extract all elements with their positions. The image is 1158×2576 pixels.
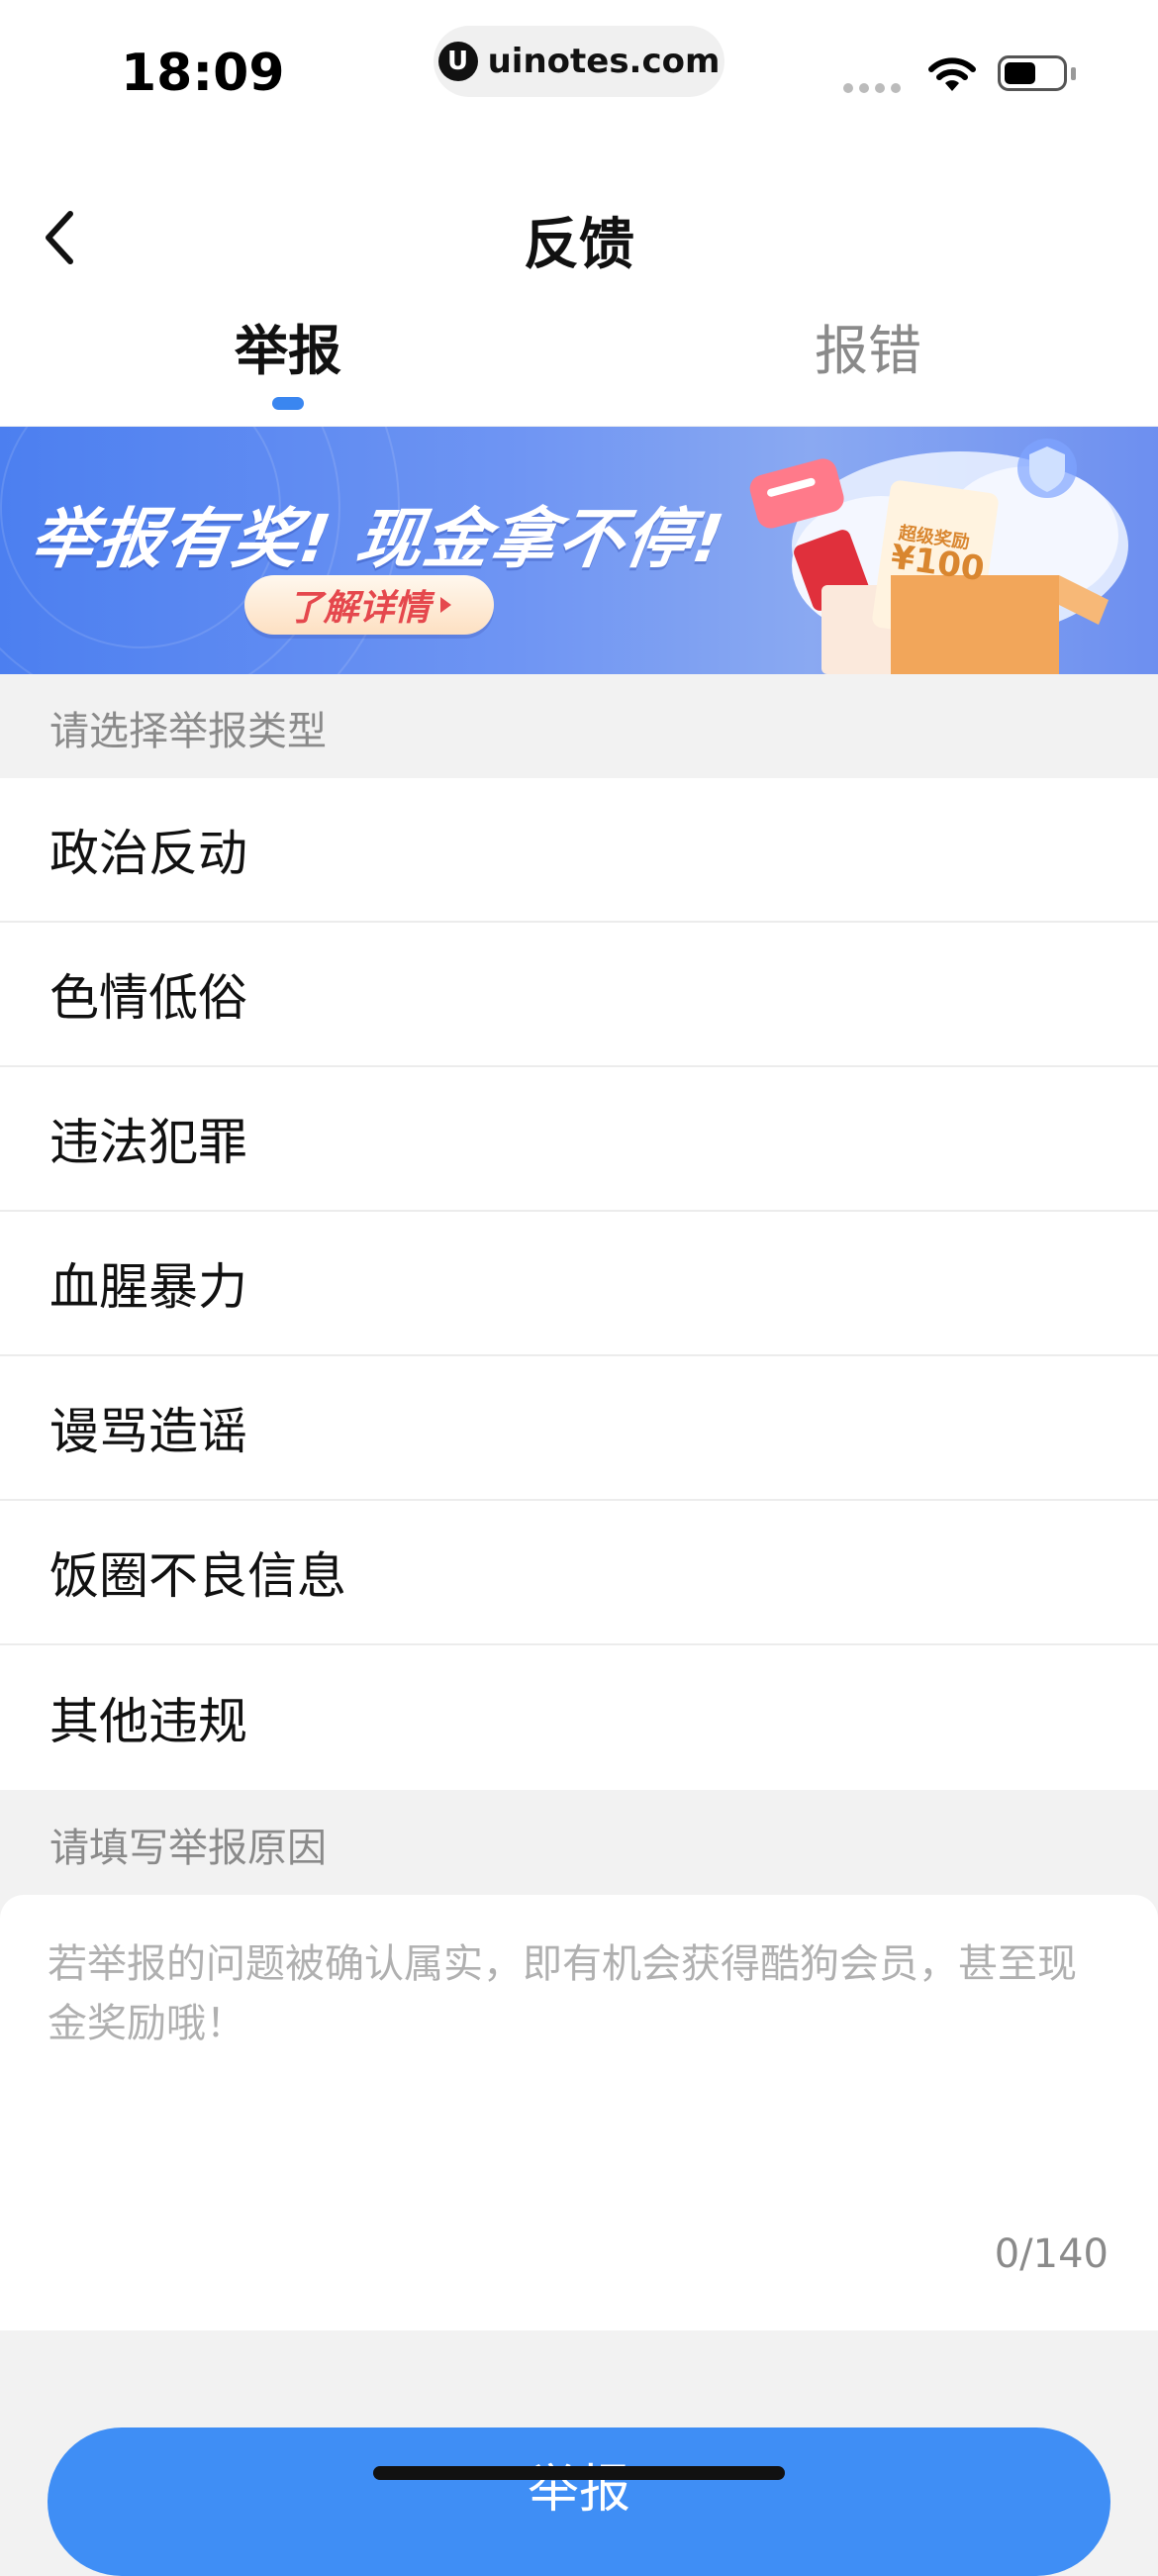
report-type-item-pornographic[interactable]: 色情低俗	[0, 923, 1158, 1067]
play-arrow-icon	[439, 597, 451, 613]
banner-headline: 举报有奖! 现金拿不停!	[25, 501, 730, 577]
battery-icon	[998, 55, 1067, 91]
report-reason-card: 0/140	[0, 1895, 1158, 2330]
tab-report[interactable]: 举报	[140, 307, 436, 385]
tab-error-report[interactable]: 报错	[720, 307, 1016, 385]
report-type-label: 请选择举报类型	[49, 709, 327, 754]
url-badge: U uinotes.com	[434, 26, 724, 97]
submit-report-button[interactable]: 举报	[48, 2427, 1110, 2576]
report-reason-label: 请填写举报原因	[49, 1826, 327, 1871]
learn-more-button[interactable]: 了解详情	[244, 575, 494, 635]
learn-more-label: 了解详情	[287, 588, 431, 629]
report-type-item-violence[interactable]: 血腥暴力	[0, 1212, 1158, 1356]
report-type-item-illegal[interactable]: 违法犯罪	[0, 1067, 1158, 1212]
report-type-item-abuse-rumor[interactable]: 谩骂造谣	[0, 1356, 1158, 1501]
battery-cap	[1071, 67, 1076, 80]
report-type-list: 政治反动 色情低俗 违法犯罪 血腥暴力 谩骂造谣 饭圈不良信息 其他违规	[0, 778, 1158, 1790]
report-reason-input[interactable]	[48, 1934, 1107, 2192]
active-tab-indicator	[272, 397, 304, 410]
uinotes-logo-icon: U	[437, 42, 478, 81]
status-time: 18:09	[121, 44, 285, 103]
navigation-bar: 反馈 举报 报错	[0, 149, 1158, 426]
battery-level	[1005, 62, 1035, 84]
cellular-signal-icon	[843, 83, 901, 93]
status-bar: 18:09 U uinotes.com	[0, 0, 1158, 149]
reward-banner[interactable]: 举报有奖! 现金拿不停! 了解详情 超级奖励 ¥100	[0, 427, 1158, 674]
wifi-icon	[928, 57, 976, 91]
char-counter: 0/140	[994, 2231, 1109, 2277]
home-indicator	[373, 2466, 785, 2480]
url-text: uinotes.com	[487, 42, 721, 81]
page-title: 反馈	[524, 213, 634, 277]
report-type-item-other[interactable]: 其他违规	[0, 1645, 1158, 1790]
report-type-item-fandom[interactable]: 饭圈不良信息	[0, 1501, 1158, 1645]
report-type-item-political[interactable]: 政治反动	[0, 778, 1158, 923]
